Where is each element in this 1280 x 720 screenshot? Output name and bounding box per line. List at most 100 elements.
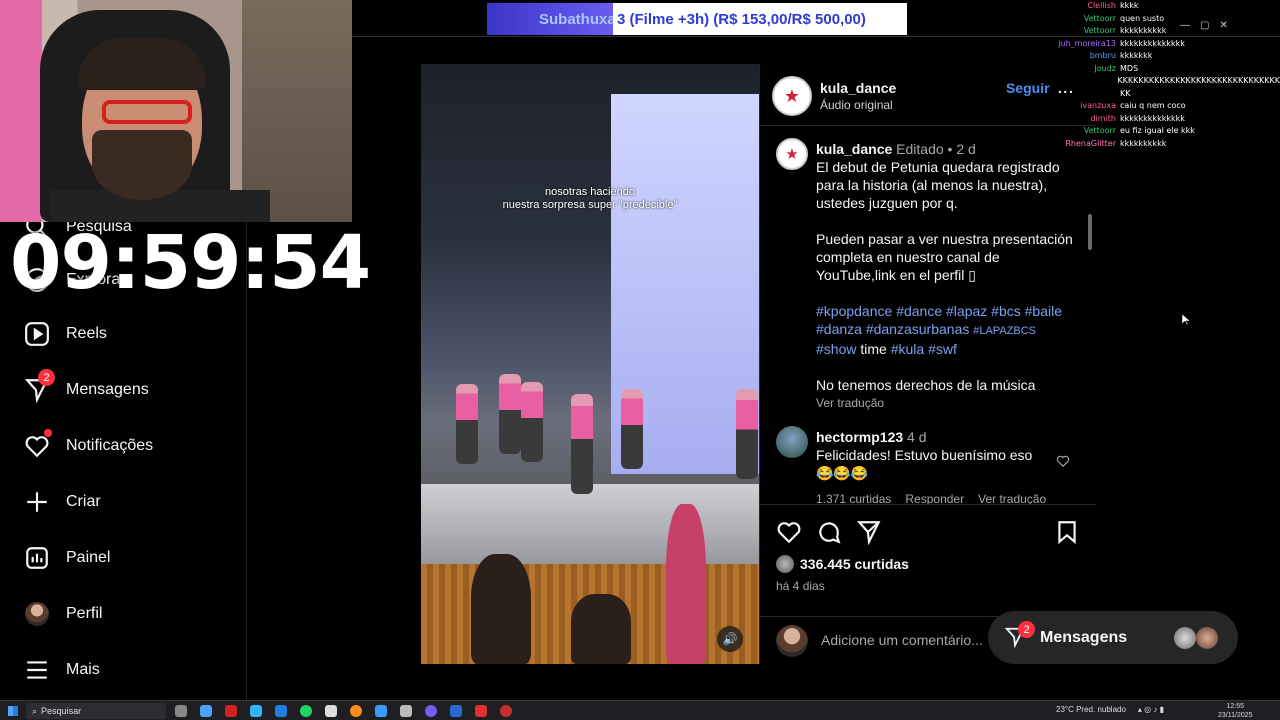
share-icon[interactable] <box>856 519 882 545</box>
spotify-icon[interactable] <box>300 705 312 717</box>
steam-icon[interactable] <box>450 705 462 717</box>
audience-member <box>471 554 531 664</box>
hashtag[interactable]: #danza <box>816 321 862 337</box>
app-icon[interactable] <box>475 705 487 717</box>
sidebar-item-dashboard[interactable]: Painel <box>24 545 110 571</box>
chat-nick[interactable]: Vettoorr <box>1040 13 1116 26</box>
likes-text: 336.445 curtidas <box>800 556 909 572</box>
hashtag[interactable]: #kula <box>891 341 924 357</box>
hashtag[interactable]: #lapaz <box>946 303 987 319</box>
post-username[interactable]: kula_dance <box>820 80 896 96</box>
chat-text: eu fiz igual ele kkk <box>1120 126 1195 135</box>
minimize-icon[interactable]: — <box>1180 20 1190 31</box>
hashtag[interactable]: #LAPAZBCS <box>973 325 1036 337</box>
likes-count[interactable]: 336.445 curtidas <box>776 555 909 573</box>
video-caption-line: nosotras haciendo <box>545 186 635 198</box>
caption-paragraph: Pueden pasar a ver nuestra presentación … <box>816 231 1073 283</box>
taskbar-clock[interactable]: 12:55 23/11/2025 <box>1218 702 1253 720</box>
app-icon[interactable] <box>200 705 212 717</box>
post-panel: ★ kula_dance Áudio original Seguir ... ★… <box>759 64 1096 664</box>
hashtag[interactable]: #swf <box>928 341 957 357</box>
sidebar-item-more[interactable]: Mais <box>24 657 100 683</box>
sidebar-item-reels[interactable]: Reels <box>24 321 107 347</box>
chat-nick[interactable]: Vettoorr <box>1040 25 1116 38</box>
app-icon[interactable] <box>375 705 387 717</box>
caption-username[interactable]: kula_dance <box>816 141 892 157</box>
app-icon[interactable] <box>425 705 437 717</box>
hashtag[interactable]: #dance <box>896 303 942 319</box>
sidebar-item-messages[interactable]: 2 Mensagens <box>24 369 149 403</box>
chat-nick[interactable]: RhenaGlitter <box>1040 138 1116 151</box>
comment-age: 4 d <box>907 429 927 445</box>
hashtag[interactable]: #kpopdance <box>816 303 892 319</box>
volume-icon[interactable]: 🔊 <box>717 626 743 652</box>
weather-label[interactable]: 23°C Pred. nublado <box>1056 705 1126 714</box>
chat-text: kkkkkkkkkk <box>1120 138 1167 148</box>
sidebar-item-create[interactable]: Criar <box>24 489 101 515</box>
chat-nick[interactable]: juh_moreira13 <box>1040 38 1116 51</box>
chat-text: KKKKKKKKKKKKKKKKKKKKKKKKKKKKKKK <box>1117 76 1280 85</box>
profile-logo[interactable]: ★ <box>772 76 812 116</box>
app-icon[interactable] <box>225 705 237 717</box>
close-icon[interactable]: ✕ <box>1219 20 1227 31</box>
firefox-icon[interactable] <box>350 705 362 717</box>
chat-nick[interactable]: ivanzuxa <box>1040 100 1116 113</box>
sidebar-item-notifications[interactable]: Notificações <box>24 429 153 459</box>
hashtag[interactable]: #bcs <box>991 303 1021 319</box>
caption-paragraph: No tenemos derechos de la música <box>816 377 1036 393</box>
post-audio[interactable]: Áudio original <box>820 98 893 112</box>
streamer-hair <box>78 38 206 90</box>
taskbar-search[interactable]: ⌕ Pesquisar <box>26 703 166 719</box>
reel-video[interactable]: nosotras haciendo nuestra sorpresa super… <box>421 64 759 664</box>
sidebar-item-profile[interactable]: Perfil <box>24 601 102 627</box>
hashtag[interactable]: #show <box>816 341 856 357</box>
sidebar-item-label: Criar <box>66 493 101 510</box>
see-translation-link[interactable]: Ver tradução <box>816 394 1078 412</box>
comments-section[interactable]: ★ kula_dance Editado • 2 d El debut de P… <box>760 126 1096 504</box>
caption-avatar[interactable]: ★ <box>776 138 808 170</box>
dancer <box>621 389 643 469</box>
comment-translate[interactable]: Ver tradução <box>978 490 1046 504</box>
chat-nick[interactable]: Vettoorr <box>1040 125 1116 138</box>
red-glasses <box>102 100 192 124</box>
comment-likes[interactable]: 1.371 curtidas <box>816 490 891 504</box>
messages-floating-button[interactable]: 2 Mensagens <box>988 611 1238 664</box>
save-bookmark-icon[interactable] <box>1054 519 1080 545</box>
comments-scrollbar[interactable] <box>1088 214 1092 250</box>
avatar <box>1174 627 1196 649</box>
reply-button[interactable]: Responder <box>905 490 964 504</box>
comment-like-heart-icon[interactable] <box>1056 454 1070 468</box>
chat-nick[interactable] <box>1040 75 1113 88</box>
commenter-avatar[interactable] <box>776 426 808 458</box>
like-heart-icon[interactable] <box>776 519 802 545</box>
notification-dot <box>44 429 52 437</box>
avatar <box>1196 627 1218 649</box>
maximize-icon[interactable]: ▢ <box>1200 20 1209 31</box>
comment-input[interactable]: Adicione um comentário... <box>821 632 983 648</box>
hashtag[interactable]: #baile <box>1025 303 1062 319</box>
reels-icon <box>25 322 49 346</box>
hashtag[interactable]: #danzasurbanas <box>866 321 970 337</box>
caption-age: 2 d <box>956 141 976 157</box>
chat-text: kkkkkkkkkkkkkk <box>1120 38 1185 48</box>
chat-nick[interactable]: Joudz <box>1040 63 1116 76</box>
chat-nick[interactable] <box>1040 88 1116 101</box>
edited-label: Editado • <box>896 141 953 157</box>
chat-nick[interactable]: Clellish <box>1040 0 1116 13</box>
app-icon[interactable] <box>325 705 337 717</box>
chat-nick[interactable]: dimith <box>1040 113 1116 126</box>
messages-badge: 2 <box>38 369 55 386</box>
task-view-icon[interactable] <box>175 705 187 717</box>
dancer <box>456 384 478 464</box>
app-icon[interactable] <box>400 705 412 717</box>
app-icon[interactable] <box>275 705 287 717</box>
taskbar-date: 23/11/2025 <box>1218 712 1253 719</box>
obs-icon[interactable] <box>500 705 512 717</box>
tray-icons[interactable]: ▴ ◎ ♪ ▮ <box>1138 705 1164 714</box>
comment-icon[interactable] <box>816 519 842 545</box>
comment-username[interactable]: hectormp123 <box>816 429 903 445</box>
browser-icon[interactable] <box>250 705 262 717</box>
windows-start-icon[interactable] <box>8 706 18 716</box>
chat-text: kkkkkkkkkkkkkk <box>1120 113 1185 123</box>
chat-nick[interactable]: bmbru <box>1040 50 1116 63</box>
